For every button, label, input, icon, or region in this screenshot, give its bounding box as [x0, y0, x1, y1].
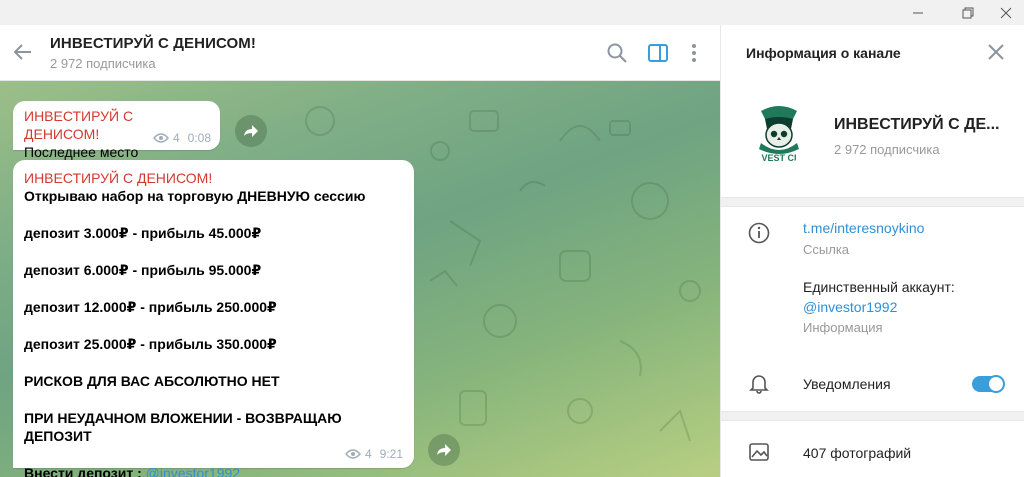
eye-icon [153, 133, 169, 143]
forward-arrow-icon [244, 125, 258, 137]
message-time: 0:08 [187, 131, 211, 145]
minimize-button[interactable] [900, 0, 936, 25]
message-author[interactable]: ИНВЕСТИРУЙ С ДЕНИСОМ! [24, 169, 403, 187]
chat-subscriber-count: 2 972 подписчика [50, 56, 156, 71]
chat-title[interactable]: ИНВЕСТИРУЙ С ДЕНИСОМ! [50, 35, 256, 52]
message-line: депозит 6.000₽ - прибыль 95.000₽ [24, 262, 262, 278]
channel-link[interactable]: t.me/interesnoykino [803, 220, 924, 236]
deposit-link[interactable]: @investor1992 [146, 465, 240, 477]
back-arrow-icon[interactable] [12, 41, 34, 63]
notifications-label: Уведомления [803, 376, 891, 392]
forward-button[interactable] [428, 434, 460, 466]
message-line: депозит 12.000₽ - прибыль 250.000₽ [24, 299, 277, 315]
message-time: 9:21 [379, 447, 403, 461]
minimize-icon [913, 12, 923, 13]
divider [721, 411, 1024, 421]
forward-button[interactable] [235, 115, 267, 147]
message-line: депозит 3.000₽ - прибыль 45.000₽ [24, 225, 262, 241]
chat-messages-area[interactable]: ИНВЕСТИРУЙ С ДЕНИСОМ! Последнее место 4 … [0, 81, 720, 477]
message-bubble[interactable]: ИНВЕСТИРУЙ С ДЕНИСОМ! Последнее место 4 … [13, 101, 220, 160]
notifications-toggle[interactable] [972, 376, 1004, 392]
sidebar-toggle-icon[interactable] [647, 42, 669, 64]
restore-button[interactable] [950, 0, 986, 25]
message-line: депозит 25.000₽ - прибыль 350.000₽ [24, 336, 277, 352]
photo-icon [749, 443, 769, 461]
eye-icon [345, 449, 361, 459]
skull-logo-icon: VEST CI [747, 101, 811, 165]
message-meta: 4 9:21 [345, 447, 403, 461]
restore-icon [962, 7, 974, 18]
close-icon [1000, 7, 1012, 18]
channel-subscribers: 2 972 подписчика [834, 142, 940, 157]
bell-icon [749, 375, 769, 394]
description-label: Информация [803, 320, 883, 335]
channel-name: ИНВЕСТИРУЙ С ДЕ... [834, 116, 1000, 133]
forward-arrow-icon [437, 444, 451, 456]
channel-avatar[interactable]: VEST CI [747, 101, 811, 165]
message-line: ПРИ НЕУДАЧНОМ ВЛОЖЕНИИ - ВОЗВРАЩАЮ ДЕПОЗ… [24, 410, 342, 444]
channel-description: Единственный аккаунт: [803, 279, 955, 295]
more-vertical-icon[interactable] [683, 42, 705, 64]
info-icon [748, 222, 770, 244]
info-panel-title: Информация о канале [746, 45, 901, 61]
channel-info-panel: Информация о канале VEST CI ИНВЕСТИРУЙ С… [720, 25, 1024, 477]
search-icon[interactable] [606, 42, 628, 64]
avatar-text: VEST CI [761, 153, 796, 163]
message-text: Последнее место [24, 144, 139, 160]
message-line: Открываю набор на торговую ДНЕВНУЮ сесси… [24, 188, 366, 204]
deposit-prefix: Внести депозит : [24, 465, 146, 477]
message-line: РИСКОВ ДЛЯ ВАС АБСОЛЮТНО НЕТ [24, 373, 280, 389]
chat-header: ИНВЕСТИРУЙ С ДЕНИСОМ! 2 972 подписчика [0, 25, 720, 81]
close-icon[interactable] [987, 43, 1005, 61]
message-views: 4 [364, 447, 372, 461]
window-close-button[interactable] [988, 0, 1024, 25]
deposit-line: Внести депозит : @investor1992 [24, 464, 403, 477]
message-views: 4 [172, 131, 180, 145]
channel-link-label: Ссылка [803, 242, 850, 257]
description-link[interactable]: @investor1992 [803, 299, 897, 315]
toggle-knob [989, 377, 1003, 391]
message-bubble[interactable]: ИНВЕСТИРУЙ С ДЕНИСОМ! Открываю набор на … [13, 160, 414, 477]
message-meta: 4 0:08 [153, 131, 211, 145]
photos-count[interactable]: 407 фотографий [803, 445, 911, 461]
window-titlebar [0, 0, 1024, 25]
divider [721, 197, 1024, 207]
